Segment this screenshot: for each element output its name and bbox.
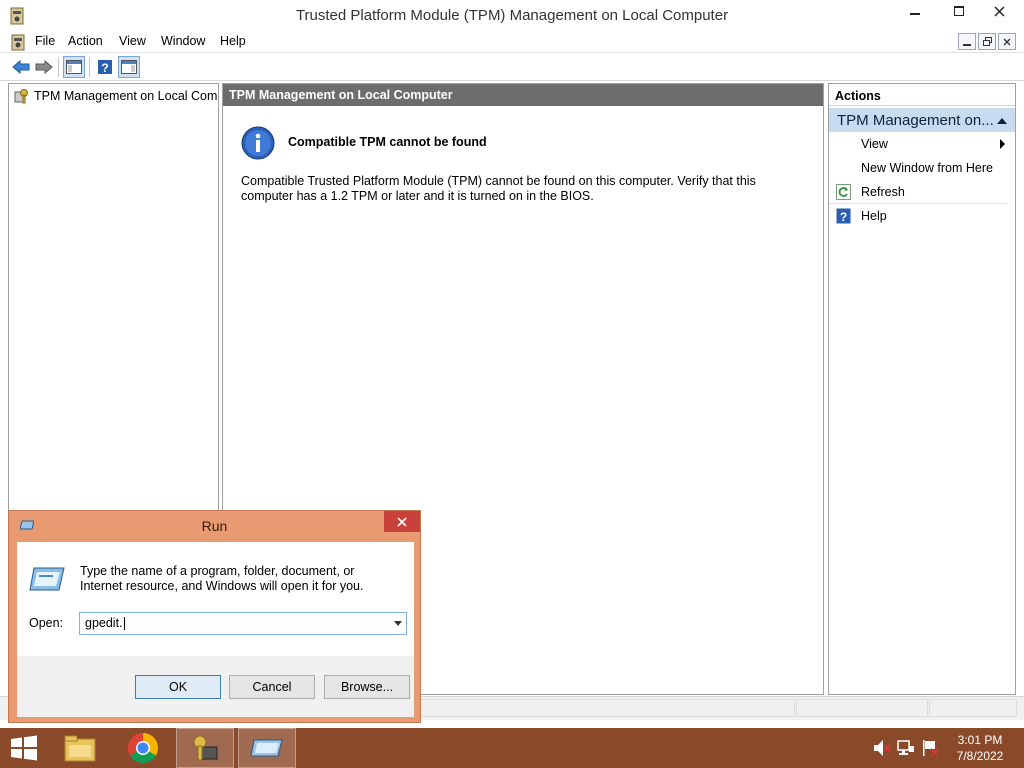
chrome-icon	[127, 733, 159, 764]
taskbar-tpm-management[interactable]	[176, 728, 234, 768]
show-hide-action-pane-button[interactable]	[118, 56, 140, 78]
speaker-muted-icon[interactable]	[873, 738, 891, 758]
ok-button[interactable]: OK	[135, 675, 221, 699]
action-new-window[interactable]: New Window from Here	[829, 156, 1015, 180]
action-label: Help	[861, 209, 887, 223]
taskbar-clock[interactable]: 3:01 PM 7/8/2022	[948, 732, 1012, 764]
maximize-button[interactable]	[943, 0, 975, 22]
action-label: View	[861, 137, 888, 151]
window-title: Trusted Platform Module (TPM) Management…	[295, 7, 729, 24]
restore-icon	[982, 37, 992, 46]
show-hide-tree-button[interactable]	[63, 56, 85, 78]
svg-text:?: ?	[101, 61, 108, 75]
results-pane-header: TPM Management on Local Computer	[223, 84, 823, 106]
taskbar-file-explorer[interactable]	[57, 728, 103, 768]
minimize-icon	[910, 13, 920, 15]
svg-text:?: ?	[840, 210, 847, 224]
mdi-restore-button[interactable]	[978, 33, 996, 50]
close-icon	[1003, 38, 1011, 45]
text-caret	[123, 617, 125, 631]
message-title: Compatible TPM cannot be found	[288, 135, 487, 149]
toolbar-separator	[58, 57, 59, 77]
close-button[interactable]	[983, 0, 1016, 22]
console-tree-icon	[66, 60, 82, 74]
actions-section-header[interactable]: TPM Management on...	[829, 108, 1015, 132]
action-pane-icon	[121, 60, 137, 74]
action-view[interactable]: View	[829, 132, 1015, 156]
back-button[interactable]	[10, 56, 32, 78]
start-button[interactable]	[0, 728, 48, 768]
refresh-icon	[836, 184, 851, 200]
action-center-flag-icon[interactable]	[921, 738, 939, 758]
open-input-value: gpedit.	[85, 616, 123, 630]
clock-date: 7/8/2022	[956, 749, 1004, 763]
dropdown-arrow-icon[interactable]	[394, 621, 402, 626]
tpm-icon	[14, 89, 28, 104]
run-description: Type the name of a program, folder, docu…	[80, 564, 364, 593]
run-dialog-title: Run	[201, 518, 228, 534]
run-dialog-body: Type the name of a program, folder, docu…	[17, 542, 414, 717]
actions-pane: Actions TPM Management on... View New Wi…	[828, 83, 1016, 695]
info-icon	[241, 126, 275, 160]
menu-window[interactable]: Window	[161, 34, 205, 48]
tree-item-label: TPM Management on Local Comp	[34, 89, 219, 103]
run-close-button[interactable]	[384, 511, 420, 532]
status-segment	[420, 699, 795, 717]
taskbar-chrome[interactable]	[120, 728, 166, 768]
run-dialog-content: Type the name of a program, folder, docu…	[17, 542, 414, 656]
minimize-button[interactable]	[899, 0, 931, 22]
console-icon[interactable]	[10, 34, 26, 51]
tree-item-tpm-management[interactable]: TPM Management on Local Comp	[12, 87, 219, 105]
clock-time: 3:01 PM	[957, 733, 1003, 747]
help-button[interactable]: ?	[94, 56, 116, 78]
tpm-icon	[193, 735, 218, 761]
status-segment	[929, 699, 1017, 717]
submenu-arrow-icon	[1000, 139, 1005, 149]
message-body: Compatible Trusted Platform Module (TPM)…	[241, 174, 756, 203]
actions-title: Actions	[829, 84, 1015, 106]
menu-bar: File Action View Window Help	[0, 31, 1024, 53]
action-refresh[interactable]: Refresh	[829, 180, 1007, 204]
back-arrow-icon	[12, 60, 30, 74]
run-dialog: Run Type the name of a program, folder, …	[8, 510, 421, 723]
help-icon: ?	[836, 208, 851, 224]
mdi-close-button[interactable]	[998, 33, 1016, 50]
run-icon	[250, 739, 283, 757]
menu-action[interactable]: Action	[68, 34, 103, 48]
forward-arrow-icon	[35, 60, 53, 74]
taskbar: 3:01 PM 7/8/2022	[0, 728, 1024, 768]
windows-logo-icon	[11, 735, 37, 761]
minimize-icon	[963, 43, 971, 46]
close-icon	[397, 516, 407, 527]
action-label: New Window from Here	[861, 161, 993, 175]
menu-help[interactable]: Help	[220, 34, 246, 48]
toolbar: ?	[0, 53, 1024, 81]
mdi-controls	[958, 33, 1016, 50]
network-icon[interactable]	[897, 738, 915, 758]
browse-button[interactable]: Browse...	[324, 675, 410, 699]
run-program-icon	[29, 567, 65, 591]
window-titlebar: Trusted Platform Module (TPM) Management…	[0, 0, 1024, 31]
maximize-icon	[954, 6, 964, 16]
forward-button[interactable]	[33, 56, 55, 78]
open-combobox[interactable]: gpedit.	[79, 612, 407, 635]
folder-icon	[64, 735, 96, 762]
mdi-minimize-button[interactable]	[958, 33, 976, 50]
menu-view[interactable]: View	[119, 34, 146, 48]
taskbar-run[interactable]	[238, 728, 296, 768]
status-segment	[796, 699, 928, 717]
actions-section-label: TPM Management on...	[837, 111, 994, 129]
action-label: Refresh	[861, 184, 905, 199]
open-label: Open:	[29, 616, 64, 630]
cancel-button[interactable]: Cancel	[229, 675, 315, 699]
close-icon	[994, 5, 1005, 17]
action-help[interactable]: ? Help	[829, 204, 1015, 228]
menu-file[interactable]: File	[35, 34, 55, 48]
toolbar-separator	[89, 57, 90, 77]
collapse-icon	[997, 117, 1007, 124]
help-icon: ?	[98, 60, 112, 75]
